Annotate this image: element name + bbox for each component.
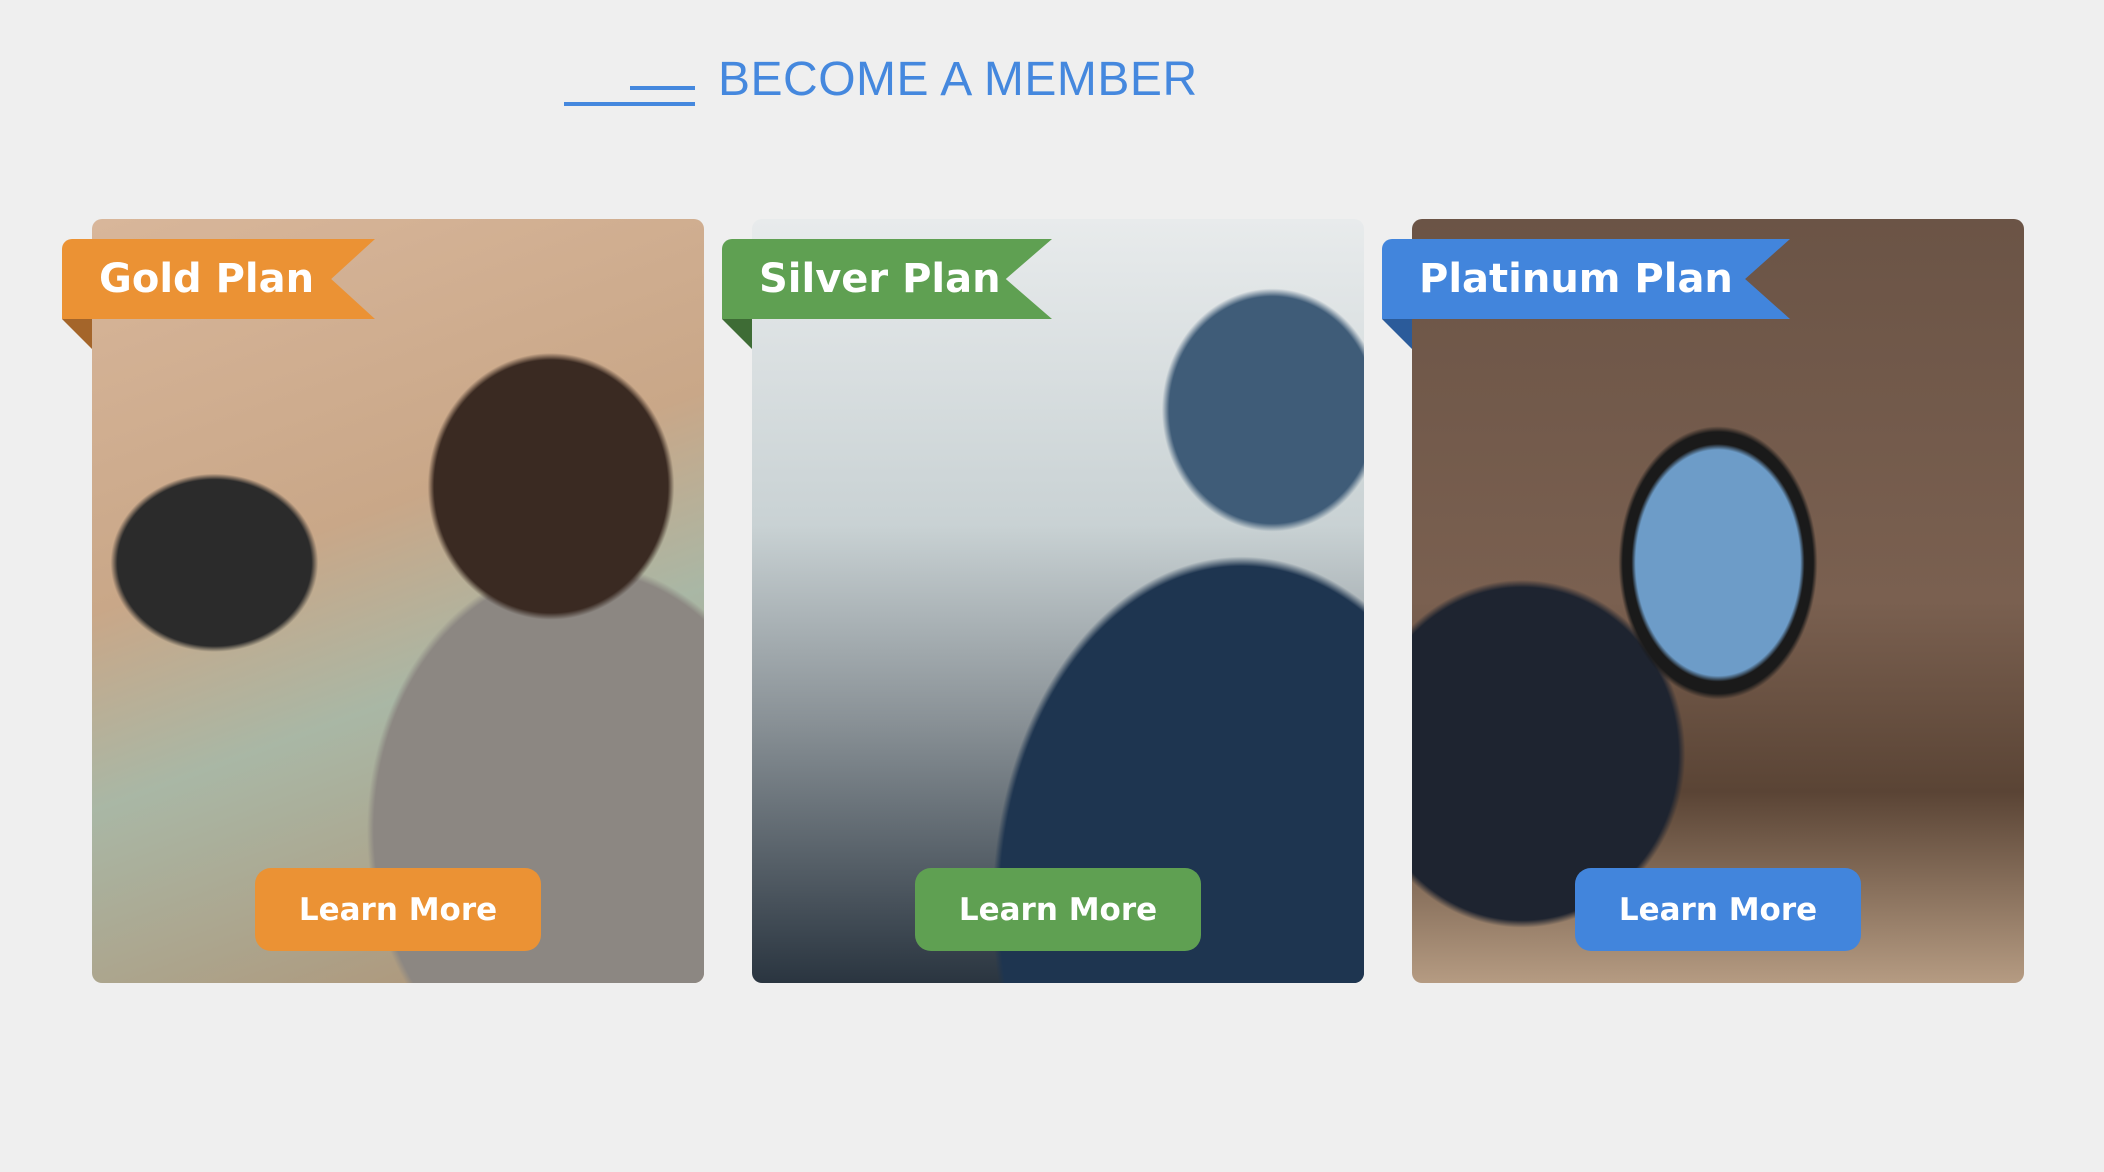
platinum-ribbon-fold [1382,319,1412,349]
gold-ribbon-fold [62,319,92,349]
silver-ribbon-fold [722,319,752,349]
platinum-plan-ribbon: Platinum Plan [1382,239,1790,319]
silver-plan-ribbon: Silver Plan [722,239,1052,319]
gold-learn-more-button[interactable]: Learn More [255,868,541,951]
platinum-learn-more-button[interactable]: Learn More [1575,868,1861,951]
title-decoration-line-lower [564,102,695,106]
silver-learn-more-button[interactable]: Learn More [915,868,1201,951]
title-decoration-line-upper [630,86,695,90]
gold-plan-ribbon: Gold Plan [62,239,375,319]
platinum-plan-title: Platinum Plan [1419,256,1733,302]
page-title: BECOME A MEMBER [718,53,1198,106]
silver-plan-title: Silver Plan [759,256,1001,302]
gold-plan-title: Gold Plan [99,256,315,302]
